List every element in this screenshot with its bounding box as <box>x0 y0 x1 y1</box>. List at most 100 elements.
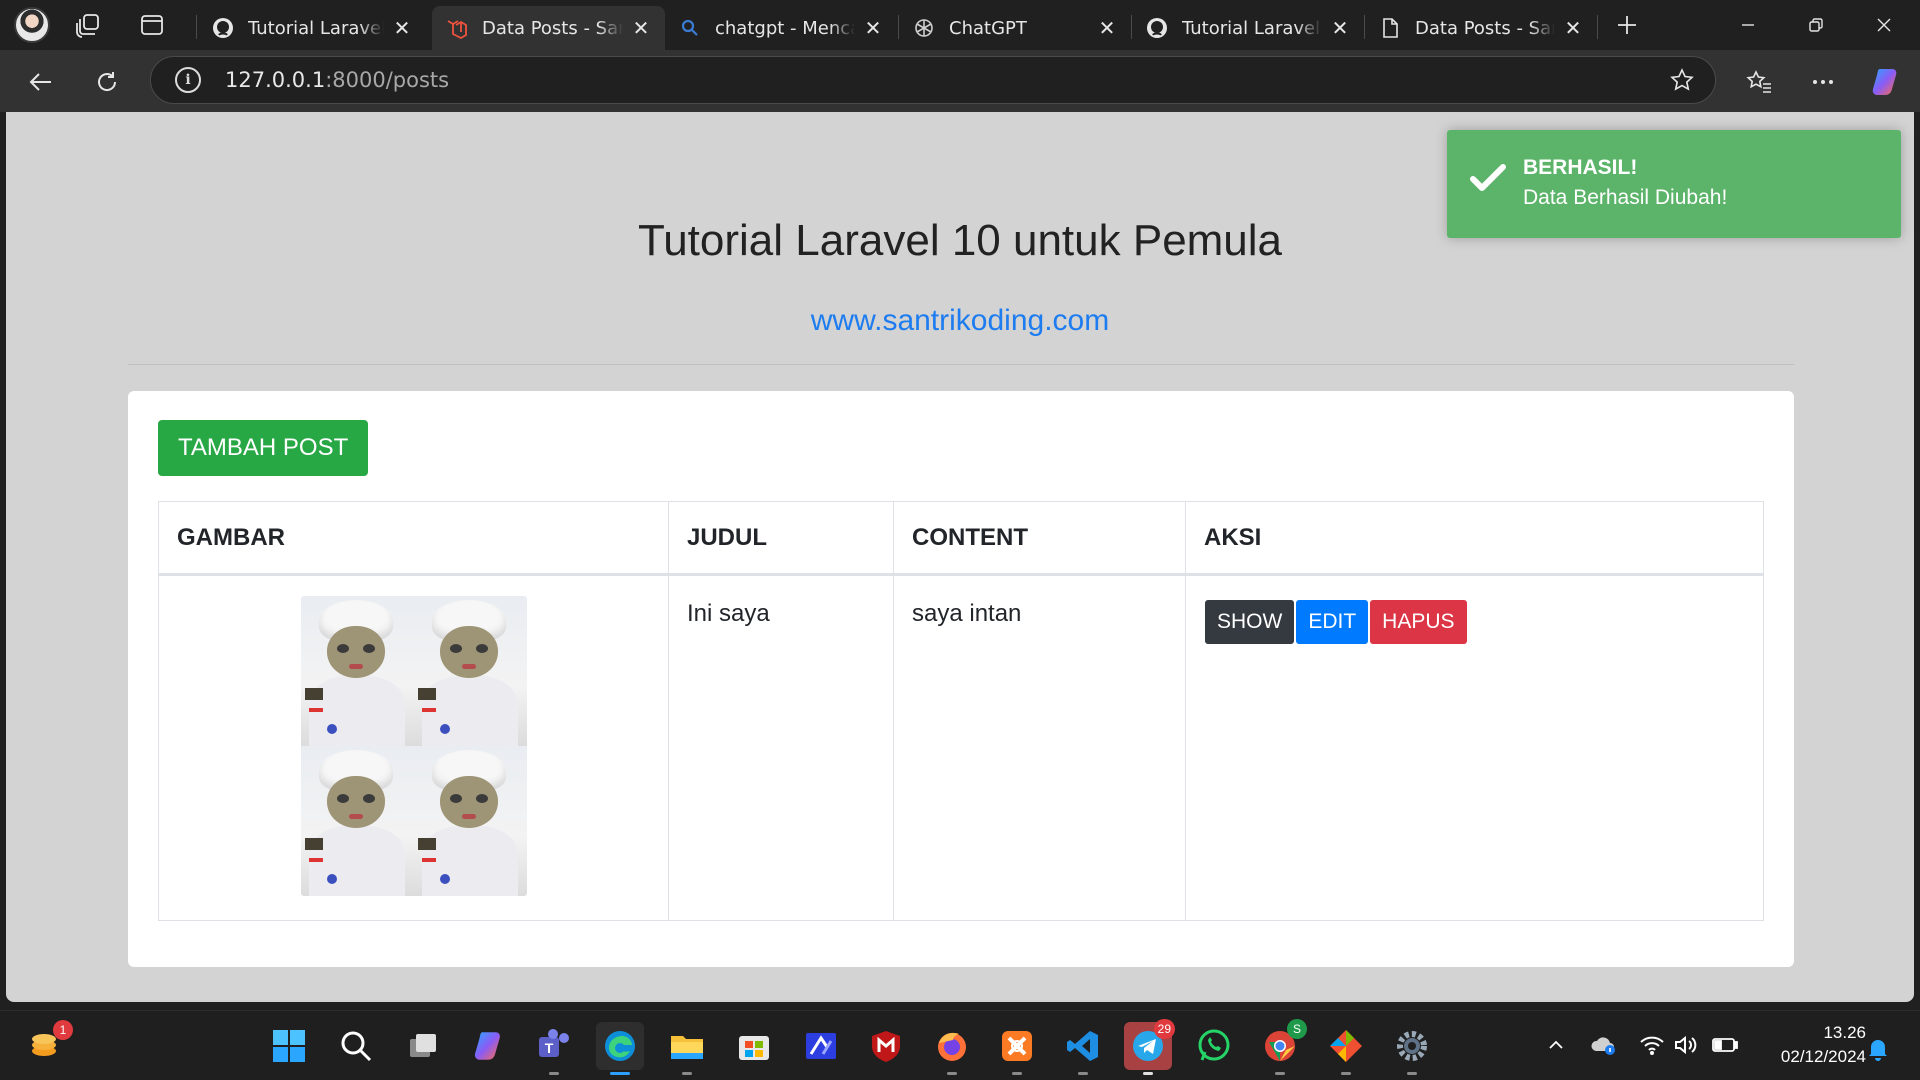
tab-title: Tutorial Laravel 9 <box>248 17 384 39</box>
microsoft-store-icon[interactable] <box>730 1022 778 1070</box>
tab-chatgpt-search[interactable]: chatgpt - Mencari ✕ <box>665 6 897 50</box>
column-header-judul: JUDUL <box>668 501 894 576</box>
image-tile <box>300 746 414 896</box>
page-viewport: Tutorial Laravel 10 untuk Pemula www.san… <box>6 112 1914 1002</box>
volume-icon[interactable] <box>1672 1027 1700 1063</box>
site-info-icon[interactable]: i <box>175 67 201 93</box>
post-image <box>300 596 527 896</box>
back-button[interactable] <box>20 61 62 103</box>
task-view-icon[interactable] <box>399 1022 447 1070</box>
visual-studio-icon[interactable] <box>797 1022 845 1070</box>
close-tab-icon[interactable]: ✕ <box>863 16 883 40</box>
copilot-icon[interactable] <box>466 1022 514 1070</box>
show-hidden-icons-icon[interactable] <box>1542 1027 1570 1063</box>
tab-title: Data Posts - Santr <box>1415 17 1555 39</box>
delete-button[interactable]: HAPUS <box>1370 600 1467 644</box>
github-icon <box>1146 17 1168 39</box>
clock-time: 13.26 <box>1823 1023 1866 1042</box>
more-menu-icon[interactable] <box>1802 61 1844 103</box>
chrome-profile-badge: S <box>1287 1019 1307 1039</box>
widgets-icon[interactable]: 1 <box>26 1020 73 1067</box>
table-header-row: GAMBAR JUDUL CONTENT AKSI <box>158 501 1764 576</box>
mcafee-icon[interactable] <box>862 1022 910 1070</box>
checkmark-icon <box>1469 162 1507 199</box>
taskbar: 1 T 29 S 13.26 02/12/2024 <box>0 1010 1920 1080</box>
judul-cell: Ini saya <box>668 574 894 921</box>
favorites-icon[interactable] <box>1738 61 1780 103</box>
profile-avatar[interactable] <box>14 7 50 43</box>
tab-actions-icon[interactable] <box>128 0 176 50</box>
image-tile <box>300 596 414 746</box>
edit-button[interactable]: EDIT <box>1296 600 1369 644</box>
page-icon <box>1379 17 1401 39</box>
firefox-icon[interactable] <box>928 1022 976 1075</box>
close-tab-icon[interactable]: ✕ <box>392 16 412 40</box>
close-tab-icon[interactable]: ✕ <box>631 16 651 40</box>
close-tab-icon[interactable]: ✕ <box>1563 16 1583 40</box>
posts-card: TAMBAH POST GAMBAR JUDUL CONTENT AKSI In… <box>128 391 1794 967</box>
close-tab-icon[interactable]: ✕ <box>1097 16 1117 40</box>
tab-chatgpt[interactable]: ChatGPT ✕ <box>899 6 1131 50</box>
chrome-icon[interactable]: S <box>1256 1019 1307 1075</box>
github-icon <box>212 17 234 39</box>
search-icon[interactable] <box>332 1022 380 1070</box>
file-explorer-icon[interactable] <box>663 1022 711 1075</box>
system-clock[interactable]: 13.26 02/12/2024 <box>1746 1021 1866 1069</box>
vscode-icon[interactable] <box>1059 1022 1107 1075</box>
column-header-content: CONTENT <box>893 501 1186 576</box>
url-host: 127.0.0.1 <box>225 68 326 92</box>
tab-data-posts-2[interactable]: Data Posts - Santr ✕ <box>1365 6 1597 50</box>
tab-separator <box>1597 15 1598 39</box>
toast-title: BERHASIL! <box>1523 156 1638 179</box>
battery-icon[interactable] <box>1710 1027 1740 1063</box>
teams-icon[interactable]: T <box>530 1022 578 1075</box>
tab-data-posts[interactable]: Data Posts - Santr ✕ <box>432 6 665 50</box>
restore-button[interactable] <box>1782 0 1850 50</box>
laravel-icon <box>446 17 468 39</box>
table-row: Ini saya saya intan SHOW EDIT HAPUS <box>158 574 1764 921</box>
tab-title: chatgpt - Mencari <box>715 17 855 39</box>
svg-text:T: T <box>545 1040 554 1056</box>
tab-title: Tutorial Laravel 1( <box>1182 17 1322 39</box>
copilot-icon[interactable] <box>1866 61 1908 103</box>
aksi-cell: SHOW EDIT HAPUS <box>1185 574 1764 921</box>
clock-date: 02/12/2024 <box>1780 1047 1866 1066</box>
tab-tutorial-laravel-9[interactable]: Tutorial Laravel 9 ✕ <box>198 6 426 50</box>
image-tile <box>413 746 527 896</box>
divider <box>128 364 1794 365</box>
openai-icon <box>913 17 935 39</box>
new-tab-button[interactable] <box>1606 4 1648 46</box>
edge-icon[interactable] <box>596 1022 644 1075</box>
success-toast[interactable]: BERHASIL! Data Berhasil Diubah! <box>1447 130 1901 238</box>
start-icon[interactable] <box>265 1022 313 1070</box>
refresh-button[interactable] <box>86 61 128 103</box>
url-text[interactable]: 127.0.0.1:8000/posts <box>225 68 449 92</box>
minimize-button[interactable] <box>1714 0 1782 50</box>
image-tile <box>413 596 527 746</box>
tab-tutorial-laravel-10[interactable]: Tutorial Laravel 1( ✕ <box>1132 6 1364 50</box>
column-header-gambar: GAMBAR <box>158 501 669 576</box>
image-cell <box>158 574 669 921</box>
telegram-icon[interactable]: 29 <box>1124 1019 1175 1075</box>
show-button[interactable]: SHOW <box>1205 600 1295 644</box>
address-toolbar: i 127.0.0.1:8000/posts <box>0 50 1920 112</box>
url-path: :8000/posts <box>325 68 450 92</box>
address-bar[interactable]: i 127.0.0.1:8000/posts <box>150 56 1716 104</box>
close-window-button[interactable] <box>1850 0 1918 50</box>
site-link[interactable]: www.santrikoding.com <box>6 304 1914 338</box>
tab-title: Data Posts - Santr <box>482 17 623 39</box>
whatsapp-icon[interactable] <box>1190 1022 1238 1070</box>
wifi-icon[interactable] <box>1638 1027 1666 1063</box>
add-post-button[interactable]: TAMBAH POST <box>158 420 369 476</box>
xampp-icon[interactable] <box>993 1022 1041 1075</box>
tab-title: ChatGPT <box>949 17 1027 39</box>
content-cell: saya intan <box>893 574 1186 921</box>
close-tab-icon[interactable]: ✕ <box>1330 16 1350 40</box>
favorite-star-icon[interactable] <box>1669 67 1695 97</box>
telegram-badge: 29 <box>1153 1019 1175 1039</box>
workspaces-icon[interactable] <box>64 0 112 50</box>
notification-bell-icon[interactable] <box>1864 1031 1892 1067</box>
git-icon[interactable] <box>1322 1022 1370 1075</box>
settings-icon[interactable] <box>1388 1022 1436 1075</box>
onedrive-icon[interactable] <box>1588 1027 1618 1063</box>
